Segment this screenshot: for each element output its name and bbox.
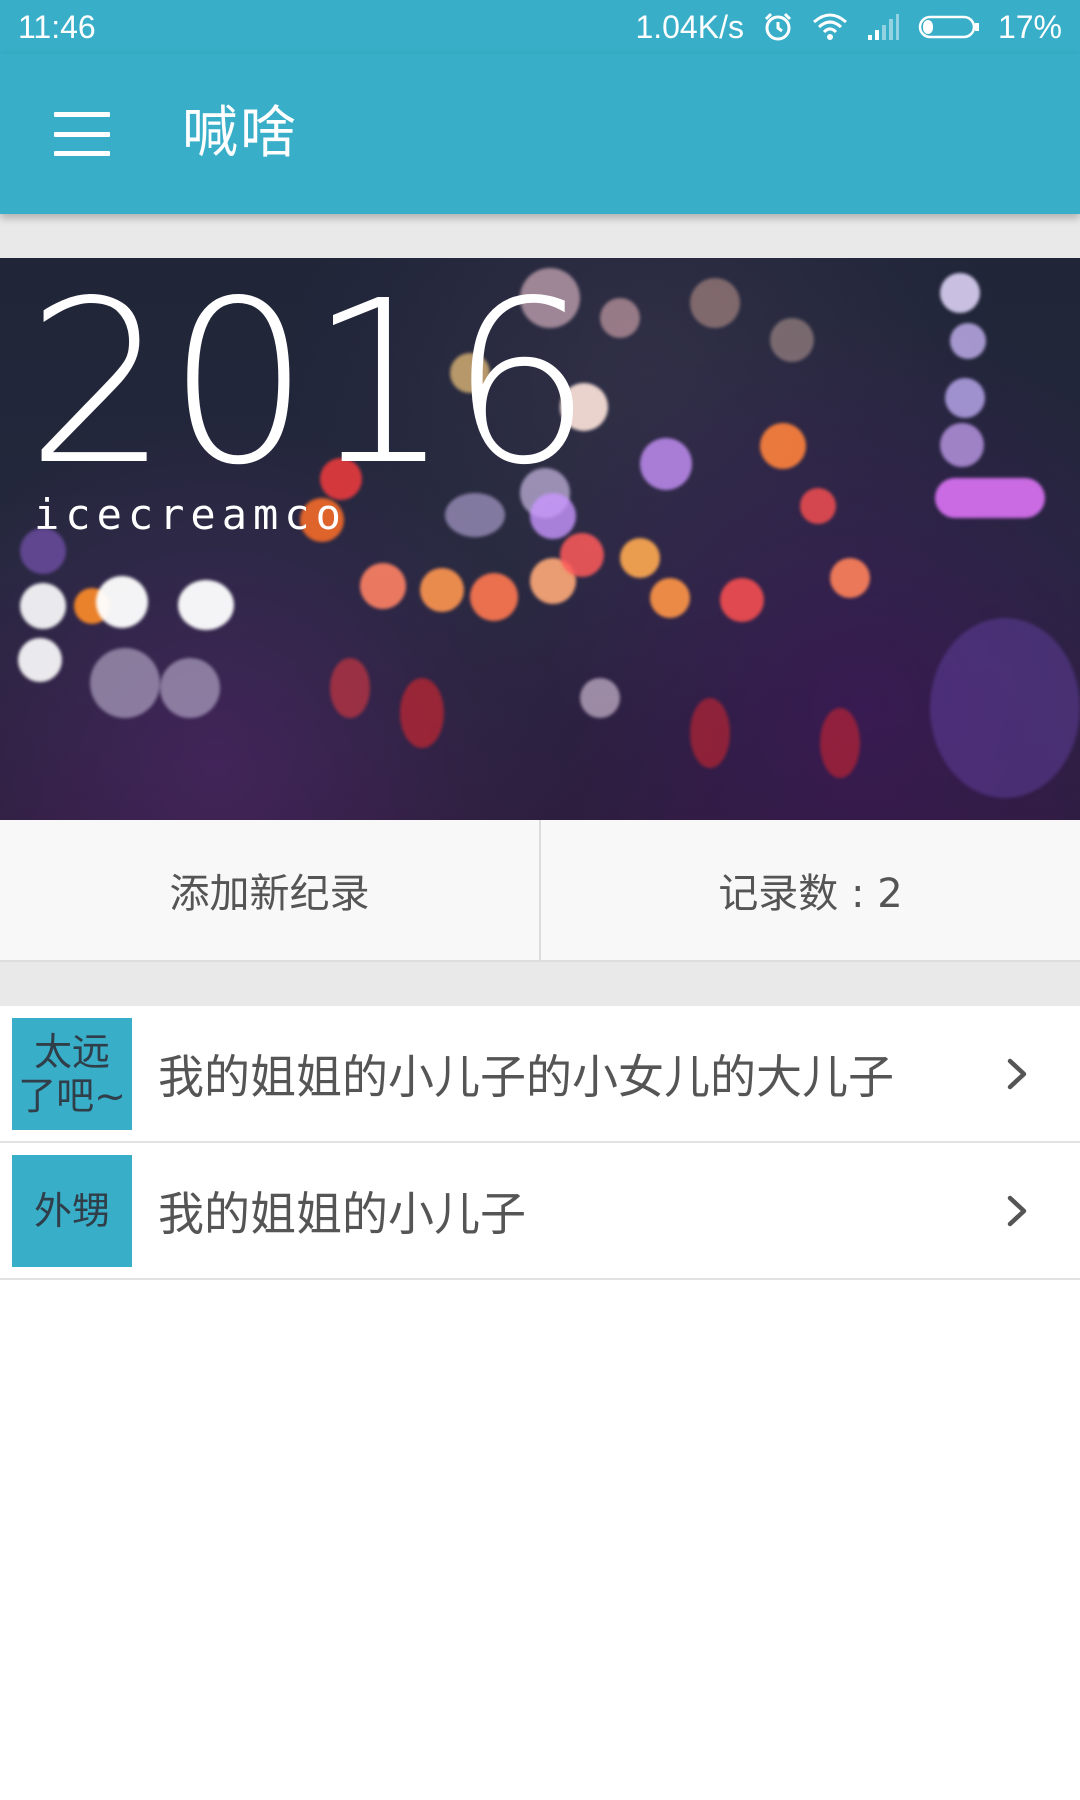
status-bar: 11:46 1.04K/s 17% [0, 0, 1080, 54]
status-time: 11:46 [18, 8, 96, 45]
chevron-right-icon [1007, 1195, 1027, 1226]
list-item[interactable]: 外甥 我的姐姐的小儿子 [0, 1143, 1080, 1280]
relation-description: 我的姐姐的小儿子 [158, 1186, 526, 1241]
chevron-right-icon [1007, 1058, 1027, 1089]
action-bar: 添加新纪录 记录数 : 2 [0, 820, 1080, 962]
net-speed: 1.04K/s [635, 8, 744, 45]
add-record-button[interactable]: 添加新纪录 [0, 820, 541, 960]
relation-tag: 外甥 [12, 1155, 132, 1267]
hamburger-menu-icon[interactable] [50, 106, 114, 162]
banner-subtitle: icecreamco [34, 490, 347, 539]
divider-gap [0, 962, 1080, 1006]
record-list: 太远了吧~ 我的姐姐的小儿子的小女儿的大儿子 外甥 我的姐姐的小儿子 [0, 1006, 1080, 1280]
signal-icon [867, 14, 899, 40]
battery-icon [918, 15, 979, 39]
divider-gap [0, 214, 1080, 258]
wifi-icon [812, 13, 847, 40]
relation-tag: 太远了吧~ [12, 1018, 132, 1130]
app-bar: 喊啥 [0, 54, 1080, 214]
banner-image: 2016 icecreamco [0, 258, 1080, 820]
banner-year: 2016 [26, 258, 593, 515]
list-item[interactable]: 太远了吧~ 我的姐姐的小儿子的小女儿的大儿子 [0, 1006, 1080, 1143]
record-count-button[interactable]: 记录数 : 2 [541, 820, 1080, 960]
alarm-icon [764, 12, 792, 41]
battery-percent: 17% [997, 8, 1062, 45]
relation-description: 我的姐姐的小儿子的小女儿的大儿子 [158, 1049, 894, 1104]
status-indicators: 1.04K/s 17% [635, 9, 1062, 46]
app-title: 喊啥 [182, 101, 298, 166]
